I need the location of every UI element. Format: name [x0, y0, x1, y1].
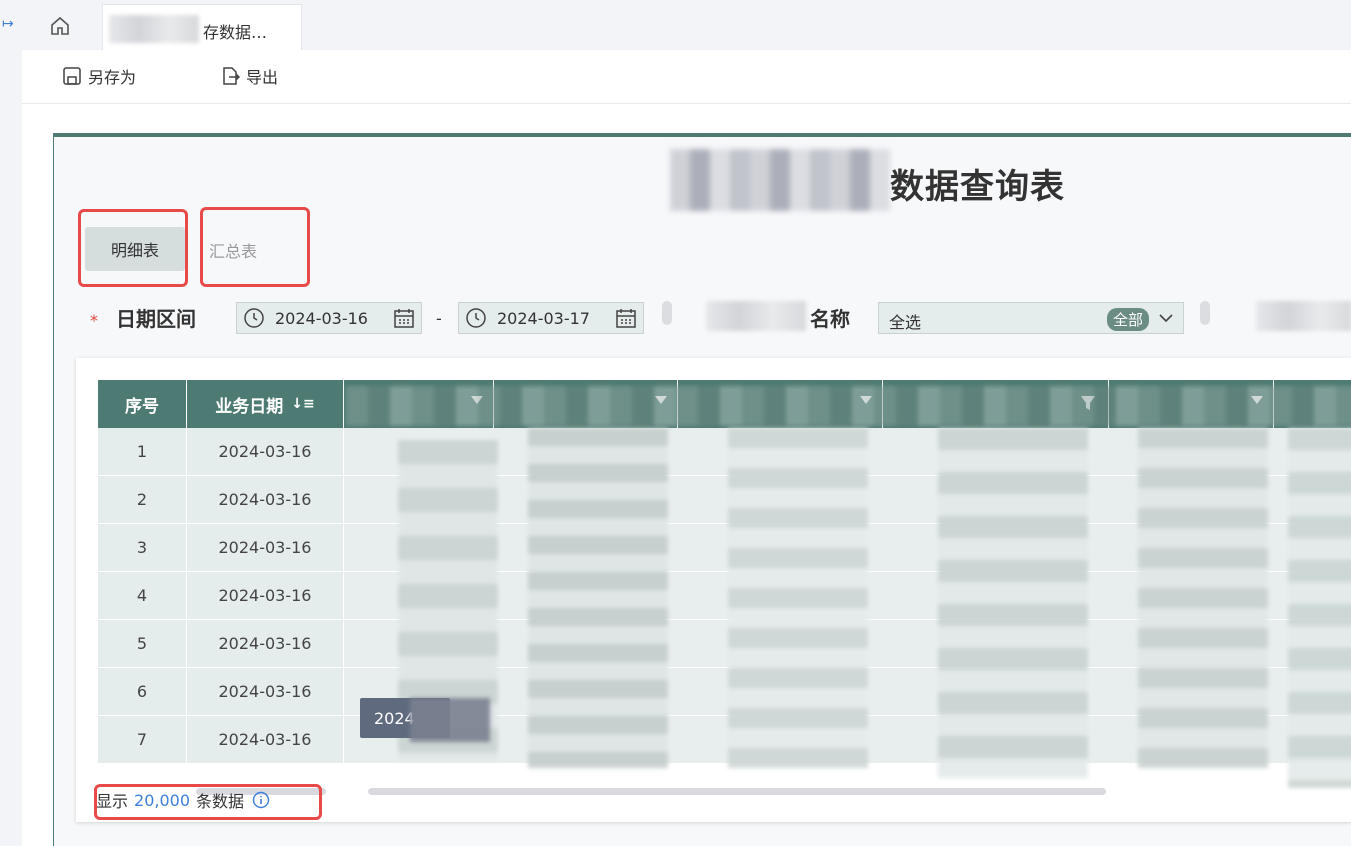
redacted-name-label [706, 301, 806, 331]
filter-scroll-knob-2[interactable] [1200, 301, 1210, 325]
clock-icon [244, 308, 264, 328]
cell-date: 2024-03-16 [187, 572, 344, 620]
calendar-icon[interactable] [393, 307, 415, 329]
cell-seq: 1 [98, 428, 187, 476]
redacted-title-prefix [670, 149, 890, 211]
tab-bar: 存数据… [22, 0, 1351, 51]
clock-icon [466, 308, 486, 328]
expand-sidebar-icon[interactable]: ↦ [2, 16, 14, 32]
save-as-label: 另存为 [88, 68, 137, 87]
cell-seq: 5 [98, 620, 187, 668]
cell-date: 2024-03-16 [187, 428, 344, 476]
report-title: 数据查询表 [890, 167, 1065, 207]
name-label: 名称 [810, 307, 850, 331]
horizontal-scrollbar[interactable] [368, 788, 1106, 795]
column-header-seq-label: 序号 [125, 396, 159, 417]
cell-date: 2024-03-16 [187, 716, 344, 764]
name-select-badge: 全部 [1106, 308, 1149, 331]
left-rail: ↦ [0, 0, 22, 846]
redacted-tab-title [109, 15, 199, 43]
redacted-column [1138, 428, 1268, 768]
column-header-date-label: 业务日期 [215, 396, 284, 417]
date-end-value: 2024-03-17 [497, 308, 590, 328]
redacted-column [1288, 428, 1351, 788]
name-select[interactable]: 全选 全部 [878, 302, 1184, 334]
filter-row: * 日期区间 2024-03-16 - 2024-03-17 名称 全选 全部 [76, 297, 1351, 335]
cell-seq: 4 [98, 572, 187, 620]
tab-report[interactable]: 存数据… [102, 4, 302, 50]
redacted-column [938, 428, 1088, 778]
date-end-input[interactable]: 2024-03-17 [458, 302, 644, 334]
highlight-row-count [94, 784, 322, 820]
cell-date: 2024-03-16 [187, 476, 344, 524]
home-icon [51, 16, 69, 35]
home-button[interactable] [46, 12, 74, 40]
chevron-down-icon [1159, 314, 1173, 323]
highlight-detail [78, 209, 188, 287]
redacted-filter [1256, 301, 1351, 331]
save-icon [63, 67, 81, 85]
cell-date: 2024-03-16 [187, 668, 344, 716]
save-as-button[interactable]: 另存为 [62, 64, 136, 88]
sort-icon[interactable]: ↓≡ [291, 396, 314, 412]
highlight-summary [200, 207, 310, 287]
calendar-icon[interactable] [615, 307, 637, 329]
data-table-card: 序号 业务日期 ↓≡ 1 2024-03-16 2 2024-03-16 3 2… [76, 358, 1351, 822]
toolbar: 另存为 导出 [22, 50, 1351, 104]
date-start-input[interactable]: 2024-03-16 [236, 302, 422, 334]
redacted-tooltip [410, 698, 490, 742]
redacted-headers [346, 386, 1351, 426]
export-label: 导出 [246, 68, 279, 87]
cell-seq: 6 [98, 668, 187, 716]
tab-title: 存数据… [203, 23, 268, 42]
cell-seq: 3 [98, 524, 187, 572]
cell-seq: 2 [98, 476, 187, 524]
date-range-label: 日期区间 [116, 307, 196, 331]
filter-scroll-knob[interactable] [662, 301, 672, 325]
cell-date: 2024-03-16 [187, 524, 344, 572]
name-select-value: 全选 [889, 313, 922, 332]
date-separator: - [436, 309, 442, 328]
export-button[interactable]: 导出 [220, 64, 278, 88]
export-icon [223, 67, 240, 85]
column-header-seq[interactable]: 序号 [98, 380, 187, 428]
cell-date: 2024-03-16 [187, 620, 344, 668]
date-start-value: 2024-03-16 [275, 308, 368, 328]
cell-seq: 7 [98, 716, 187, 764]
redacted-column [728, 428, 868, 768]
redacted-column [528, 428, 668, 768]
required-mark: * [90, 311, 98, 330]
column-header-date[interactable]: 业务日期 ↓≡ [187, 380, 344, 428]
